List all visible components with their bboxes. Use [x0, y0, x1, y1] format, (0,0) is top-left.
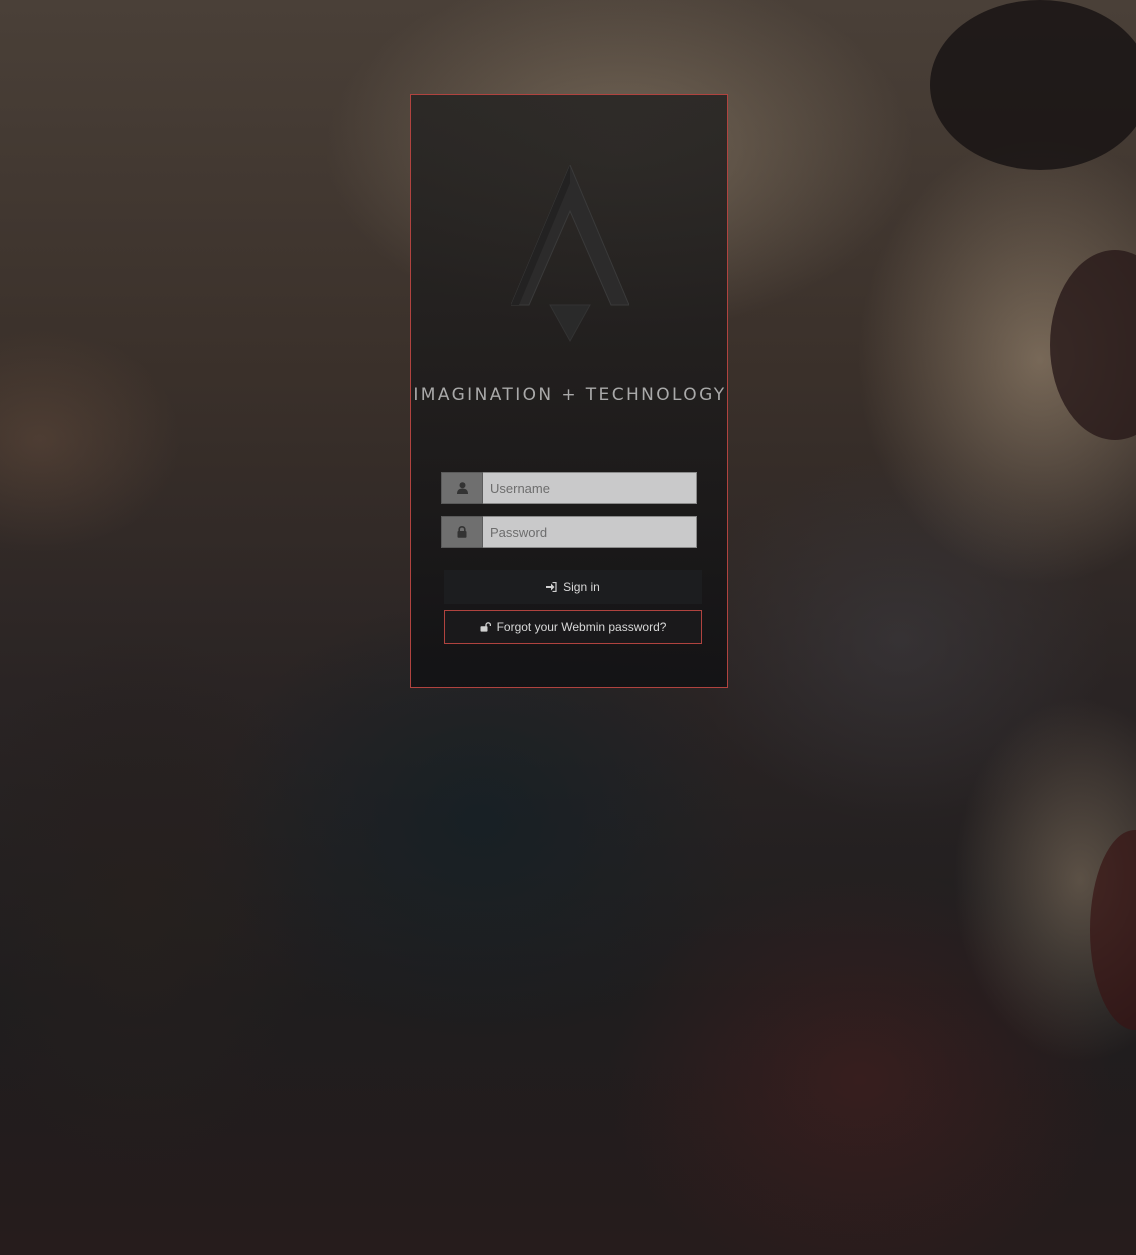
password-input[interactable]	[483, 516, 697, 548]
login-panel: IMAGINATION + TECHNOLOGY Sign in	[410, 94, 728, 688]
sign-in-label: Sign in	[563, 580, 600, 594]
forgot-password-button[interactable]: Forgot your Webmin password?	[444, 610, 702, 644]
sign-in-button[interactable]: Sign in	[444, 570, 702, 604]
unlock-icon	[480, 622, 491, 632]
sign-in-icon	[546, 582, 557, 592]
background-shape	[1050, 250, 1136, 440]
username-field	[441, 472, 697, 504]
lock-icon	[441, 516, 483, 548]
forgot-password-label: Forgot your Webmin password?	[496, 620, 667, 634]
password-field	[441, 516, 697, 548]
background-shape	[1090, 830, 1136, 1030]
tagline: IMAGINATION + TECHNOLOGY	[413, 385, 727, 405]
username-input[interactable]	[483, 472, 697, 504]
background-shape	[930, 0, 1136, 170]
logo	[511, 165, 629, 343]
user-icon	[441, 472, 483, 504]
